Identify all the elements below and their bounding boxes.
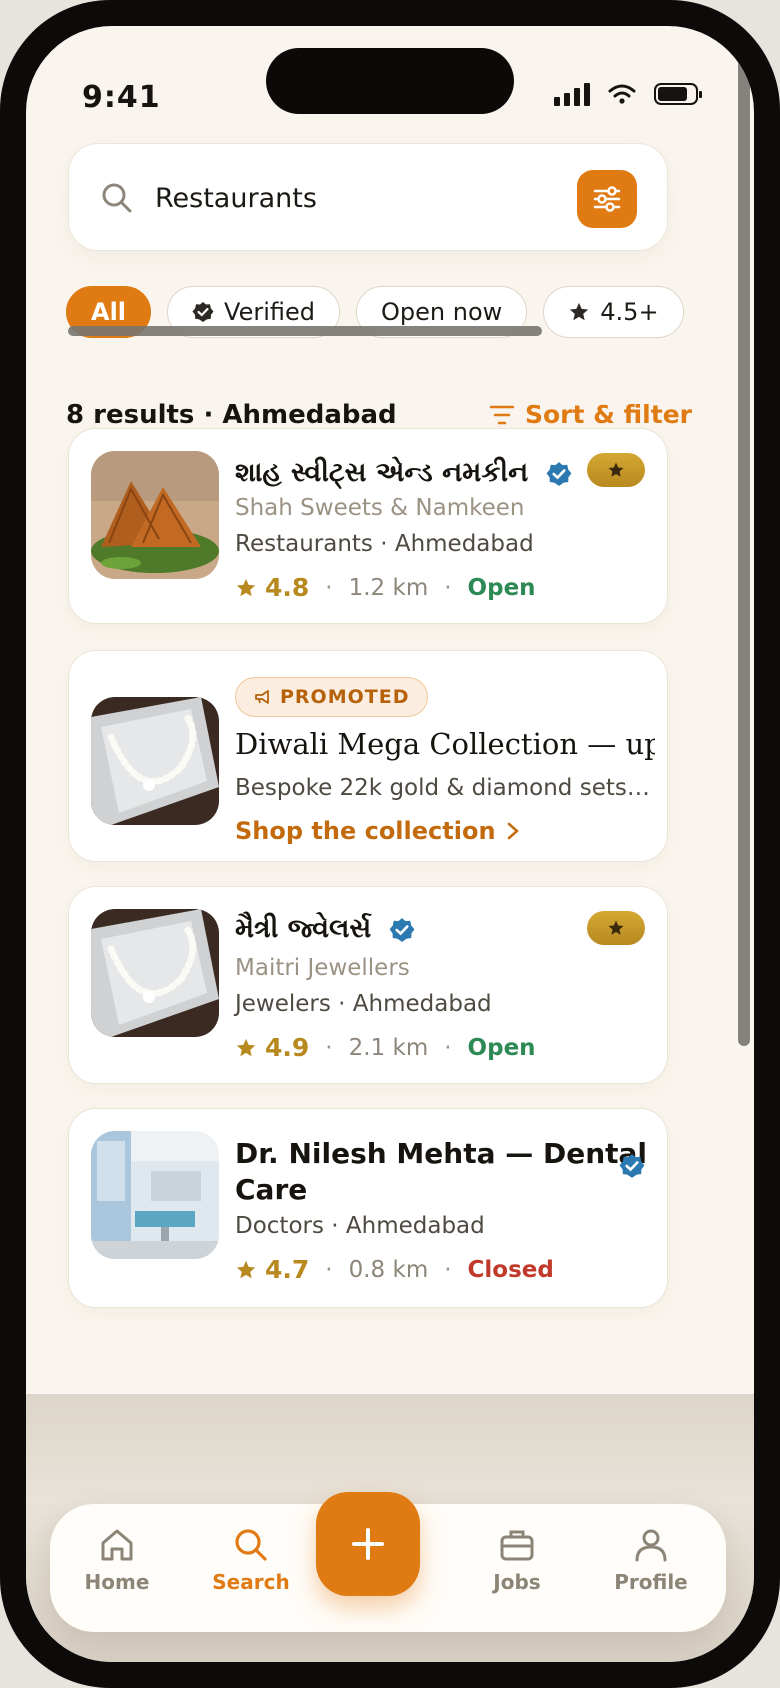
shop-collection-link[interactable]: Shop the collection bbox=[235, 817, 520, 845]
star-icon bbox=[608, 920, 624, 935]
tab-profile[interactable]: Profile bbox=[596, 1526, 706, 1594]
listing-distance: 0.8 km bbox=[348, 1256, 429, 1283]
listing-rating-value: 4.7 bbox=[265, 1255, 310, 1284]
listing-status: Closed bbox=[467, 1256, 554, 1283]
megaphone-icon bbox=[255, 690, 269, 704]
status-time: 9:41 bbox=[82, 80, 161, 115]
tab-home-label: Home bbox=[84, 1570, 150, 1594]
plus-icon bbox=[352, 1528, 384, 1560]
search-icon bbox=[102, 183, 132, 213]
screen: 9:41 Restaurants All Verified Open now 4… bbox=[26, 26, 754, 1662]
sort-filter-label: Sort & filter bbox=[524, 400, 692, 429]
user-icon bbox=[635, 1529, 667, 1562]
listing-category: Jewelers · Ahmedabad bbox=[235, 991, 492, 1017]
wifi-icon bbox=[608, 84, 636, 104]
listing-thumbnail bbox=[91, 909, 219, 1037]
status-icons bbox=[554, 82, 702, 106]
briefcase-icon bbox=[500, 1530, 534, 1561]
featured-badge bbox=[587, 453, 645, 487]
verified-badge-icon bbox=[546, 461, 572, 486]
separator-dot: · bbox=[325, 1256, 333, 1283]
tab-jobs-label: Jobs bbox=[493, 1570, 541, 1594]
chips-scroll-indicator[interactable] bbox=[68, 326, 542, 336]
listing-card[interactable]: Dr. Nilesh Mehta — Dental Care Doctors ·… bbox=[68, 1108, 668, 1308]
featured-badge bbox=[587, 911, 645, 945]
listing-title-text: શાહ સ્વીટ્સ એન્ડ નમકીન bbox=[235, 457, 529, 488]
promoted-badge-label: PROMOTED bbox=[280, 686, 410, 708]
chip-open-now-label: Open now bbox=[381, 298, 503, 326]
listing-category: Restaurants · Ahmedabad bbox=[235, 531, 534, 557]
results-summary: 8 results · Ahmedabad bbox=[66, 400, 397, 430]
listing-status: Open bbox=[467, 1034, 536, 1061]
search-input[interactable] bbox=[155, 174, 555, 222]
listing-thumbnail bbox=[91, 1131, 219, 1259]
promo-description: Bespoke 22k gold & diamond sets · … bbox=[235, 775, 653, 801]
listing-category: Doctors · Ahmedabad bbox=[235, 1213, 485, 1239]
listing-title: મૈત્રી જ્વેલર્સ bbox=[235, 913, 415, 945]
listing-meta: 4.7 · 0.8 km · Closed bbox=[235, 1255, 554, 1284]
listing-rating-value: 4.8 bbox=[265, 573, 310, 602]
promo-thumbnail bbox=[91, 697, 219, 825]
page-scrollbar[interactable] bbox=[738, 56, 750, 1046]
listing-rating: 4.8 bbox=[235, 573, 309, 602]
listing-rating-value: 4.9 bbox=[265, 1033, 310, 1062]
tab-jobs[interactable]: Jobs bbox=[462, 1526, 572, 1594]
tab-profile-label: Profile bbox=[614, 1570, 688, 1594]
star-icon bbox=[608, 462, 624, 477]
dynamic-island bbox=[266, 48, 514, 114]
home-icon bbox=[101, 1529, 133, 1561]
chip-rating-label: 4.5+ bbox=[600, 298, 659, 326]
sliders-icon bbox=[593, 186, 621, 212]
tab-home[interactable]: Home bbox=[62, 1526, 172, 1594]
promoted-badge: PROMOTED bbox=[235, 677, 429, 717]
shop-collection-label: Shop the collection bbox=[235, 817, 496, 845]
search-icon bbox=[235, 1529, 267, 1561]
listing-rating: 4.7 bbox=[235, 1255, 309, 1284]
chip-all-label: All bbox=[91, 298, 127, 326]
star-icon bbox=[570, 302, 589, 321]
listing-rating: 4.9 bbox=[235, 1033, 309, 1062]
listing-title: Dr. Nilesh Mehta — Dental bbox=[235, 1137, 648, 1170]
listing-subtitle: Maitri Jewellers bbox=[235, 955, 410, 981]
star-icon bbox=[236, 1038, 256, 1056]
listing-meta: 4.8 · 1.2 km · Open bbox=[235, 573, 536, 602]
tab-search-label: Search bbox=[212, 1570, 290, 1594]
search-bar[interactable] bbox=[68, 143, 668, 251]
chip-rating[interactable]: 4.5+ bbox=[543, 286, 684, 338]
star-icon bbox=[236, 578, 256, 596]
chip-verified-label: Verified bbox=[224, 298, 316, 326]
verified-badge-icon bbox=[192, 302, 214, 322]
listing-title-text: મૈત્રી જ્વેલર્સ bbox=[235, 913, 372, 944]
tab-search[interactable]: Search bbox=[196, 1526, 306, 1594]
promoted-card[interactable]: PROMOTED Diwali Mega Collection — up Bes… bbox=[68, 650, 668, 862]
listing-card[interactable]: શાહ સ્વીટ્સ એન્ડ નમકીન Shah Sweets & Nam… bbox=[68, 428, 668, 624]
phone-frame: 9:41 Restaurants All Verified Open now 4… bbox=[0, 0, 780, 1688]
listing-status: Open bbox=[467, 574, 536, 601]
listing-distance: 2.1 km bbox=[348, 1034, 429, 1061]
listing-subtitle: Shah Sweets & Namkeen bbox=[235, 495, 525, 521]
listing-title: શાહ સ્વીટ્સ એન્ડ નમકીન bbox=[235, 457, 572, 489]
star-icon bbox=[236, 1260, 256, 1278]
listing-title-line2: Care bbox=[235, 1173, 308, 1206]
separator-dot: · bbox=[444, 1034, 452, 1061]
filter-button[interactable] bbox=[577, 170, 637, 228]
verified-badge-icon bbox=[389, 917, 415, 942]
separator-dot: · bbox=[325, 1034, 333, 1061]
listing-distance: 1.2 km bbox=[348, 574, 429, 601]
add-button[interactable] bbox=[316, 1492, 420, 1596]
signal-icon bbox=[554, 82, 590, 106]
separator-dot: · bbox=[444, 1256, 452, 1283]
verified-badge-icon bbox=[619, 1154, 645, 1178]
separator-dot: · bbox=[444, 574, 452, 601]
listing-card[interactable]: મૈત્રી જ્વેલર્સ Maitri Jewellers Jeweler… bbox=[68, 886, 668, 1084]
chevron-right-icon bbox=[507, 822, 519, 840]
sort-filter-button[interactable]: Sort & filter bbox=[489, 400, 692, 429]
separator-dot: · bbox=[325, 574, 333, 601]
promo-title: Diwali Mega Collection — up bbox=[235, 727, 655, 761]
sort-icon bbox=[489, 405, 515, 424]
listing-meta: 4.9 · 2.1 km · Open bbox=[235, 1033, 536, 1062]
listing-thumbnail bbox=[91, 451, 219, 579]
battery-icon bbox=[654, 83, 702, 105]
